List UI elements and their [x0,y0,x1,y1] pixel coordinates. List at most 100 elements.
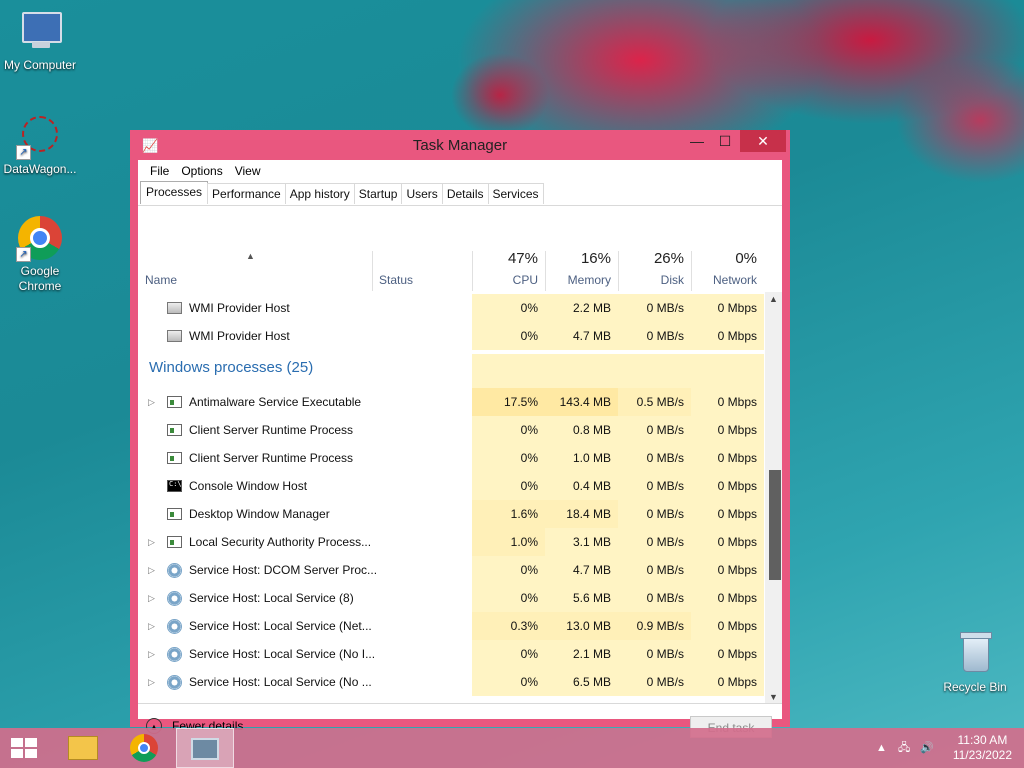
maximize-button[interactable]: ☐ [712,130,738,152]
process-row[interactable]: WMI Provider Host 0% 2.2 MB 0 MB/s 0 Mbps [138,294,765,322]
cpu-value: 0% [520,329,538,343]
expand-icon[interactable]: ▷ [148,556,155,584]
memory-cell: 0.8 MB [545,416,618,444]
tab-startup[interactable]: Startup [353,183,403,204]
scroll-up-icon[interactable]: ▲ [765,292,782,306]
process-row[interactable]: Client Server Runtime Process 0% 0.8 MB 0 M… [138,416,765,444]
tab-services[interactable]: Services [487,183,544,204]
cpu-value: 0% [520,563,538,577]
disk-cell: 0 MB/s [618,322,691,350]
column-header-name[interactable]: ▲ Name [138,215,372,292]
column-header-network[interactable]: 0% Network [691,215,764,292]
cpu-cell: 0% [472,294,545,322]
cpu-value: 1.6% [510,507,538,521]
network-value: 0 Mbps [717,675,757,689]
process-row[interactable]: WMI Provider Host 0% 4.7 MB 0 MB/s 0 Mbps [138,322,765,350]
console-icon [167,480,182,492]
process-row[interactable]: ▷ Service Host: Local Service (No I... 0% 2… [138,640,765,668]
process-row[interactable]: Client Server Runtime Process 0% 1.0 MB 0 M… [138,444,765,472]
taskbar-task-manager[interactable] [176,728,234,768]
tab-users[interactable]: Users [401,183,443,204]
memory-cell: 0.4 MB [545,472,618,500]
desktop-icon-datawagon[interactable]: ↗ DataWagon... [0,112,80,177]
tab-processes[interactable]: Processes [140,181,209,204]
cpu-cell: 0% [472,416,545,444]
expand-icon[interactable]: ▷ [148,528,155,556]
process-row[interactable]: Console Window Host 0% 0.4 MB 0 MB/s 0 Mbps [138,472,765,500]
start-button[interactable] [0,728,48,768]
process-row[interactable]: Desktop Window Manager 1.6% 18.4 MB 0 MB/s 0… [138,500,765,528]
column-header-status[interactable]: Status [372,215,472,292]
process-list: WMI Provider Host 0% 2.2 MB 0 MB/s 0 Mbps WMI… [138,292,765,704]
process-row[interactable]: ▷ Service Host: Local Service (8) 0% 5.6 MB… [138,584,765,612]
sort-ascending-icon: ▲ [246,251,255,261]
cpu-cell: 0% [472,640,545,668]
process-name: Service Host: DCOM Server Proc... [189,563,378,577]
column-header-disk[interactable]: 26% Disk [618,215,691,292]
system-clock[interactable]: 11:30 AM 11/23/2022 [953,733,1012,763]
memory-value: 6.5 MB [572,675,611,689]
menu-view[interactable]: View [229,164,267,178]
scrollbar-thumb[interactable] [769,470,781,580]
memory-cell: 4.7 MB [545,556,618,584]
close-button[interactable]: ✕ [740,130,786,152]
process-window-icon [167,536,182,548]
scroll-down-icon[interactable]: ▼ [765,690,782,704]
volume-icon[interactable]: 🔊 [920,728,934,768]
expand-icon[interactable]: ▷ [148,584,155,612]
process-name: Service Host: Local Service (Net... [189,619,372,633]
memory-value: 0.8 MB [572,423,611,437]
process-name: Service Host: Local Service (No ... [189,675,372,689]
process-row[interactable]: ▷ Antimalware Service Executable 17.5% 143.… [138,388,765,416]
expand-icon[interactable]: ▷ [148,668,155,696]
process-name: Service Host: Local Service (8) [189,591,354,605]
disk-value: 0 MB/s [646,479,684,493]
network-icon[interactable]: 🖧 [898,728,910,768]
cpu-cell: 0.3% [472,612,545,640]
column-status-label: Status [379,273,414,287]
disk-value: 0.5 MB/s [636,395,684,409]
show-hidden-icons[interactable]: ▲ [876,728,887,768]
minimize-button[interactable]: — [684,130,710,152]
desktop-icon-my-computer[interactable]: My Computer [0,8,80,73]
disk-value: 0.9 MB/s [636,619,684,633]
process-row[interactable]: ▷ Service Host: DCOM Server Proc... 0% 4.7 … [138,556,765,584]
cpu-cell: 0% [472,472,545,500]
column-header-cpu[interactable]: 47% CPU [472,215,545,292]
process-row[interactable]: ▷ Service Host: Local Service (Net... 0.3%… [138,612,765,640]
recycle-bin-icon [951,630,999,678]
disk-cell: 0 MB/s [618,472,691,500]
taskbar-file-explorer[interactable] [56,728,108,768]
menu-file[interactable]: File [144,164,175,178]
group-header: Windows processes (25) [138,354,765,392]
process-row[interactable]: ▷ Service Host: Local Service (No ... 0% 6.… [138,668,765,696]
desktop-icon-google-chrome[interactable]: ↗ Google Chrome [0,214,80,294]
desktop-icon-recycle-bin[interactable]: Recycle Bin [935,630,1015,695]
wmi-host-icon [167,330,182,342]
cpu-cell: 0% [472,322,545,350]
column-header-memory[interactable]: 16% Memory [545,215,618,292]
tab-app-history[interactable]: App history [284,183,355,204]
process-row[interactable]: ▷ Local Security Authority Process... 1.0%… [138,528,765,556]
network-value: 0 Mbps [717,591,757,605]
disk-value: 0 MB/s [646,329,684,343]
menu-options[interactable]: Options [175,164,228,178]
expand-icon[interactable]: ▷ [148,612,155,640]
taskbar-google-chrome[interactable] [116,728,168,768]
tab-performance[interactable]: Performance [207,183,286,204]
vertical-scrollbar[interactable]: ▲ ▼ [765,292,782,704]
disk-label: Disk [660,273,684,287]
cpu-cell: 1.6% [472,500,545,528]
disk-value: 0 MB/s [646,507,684,521]
tab-details[interactable]: Details [441,183,489,204]
cpu-cell: 0% [472,668,545,696]
network-value: 0 Mbps [717,329,757,343]
service-gear-icon [167,619,182,634]
expand-icon[interactable]: ▷ [148,640,155,668]
title-bar[interactable]: 📈 Task Manager — ☐ ✕ [130,130,790,160]
disk-cell: 0 MB/s [618,528,691,556]
expand-icon[interactable]: ▷ [148,388,155,416]
disk-cell: 0 MB/s [618,294,691,322]
memory-cell: 18.4 MB [545,500,618,528]
memory-cell: 6.5 MB [545,668,618,696]
